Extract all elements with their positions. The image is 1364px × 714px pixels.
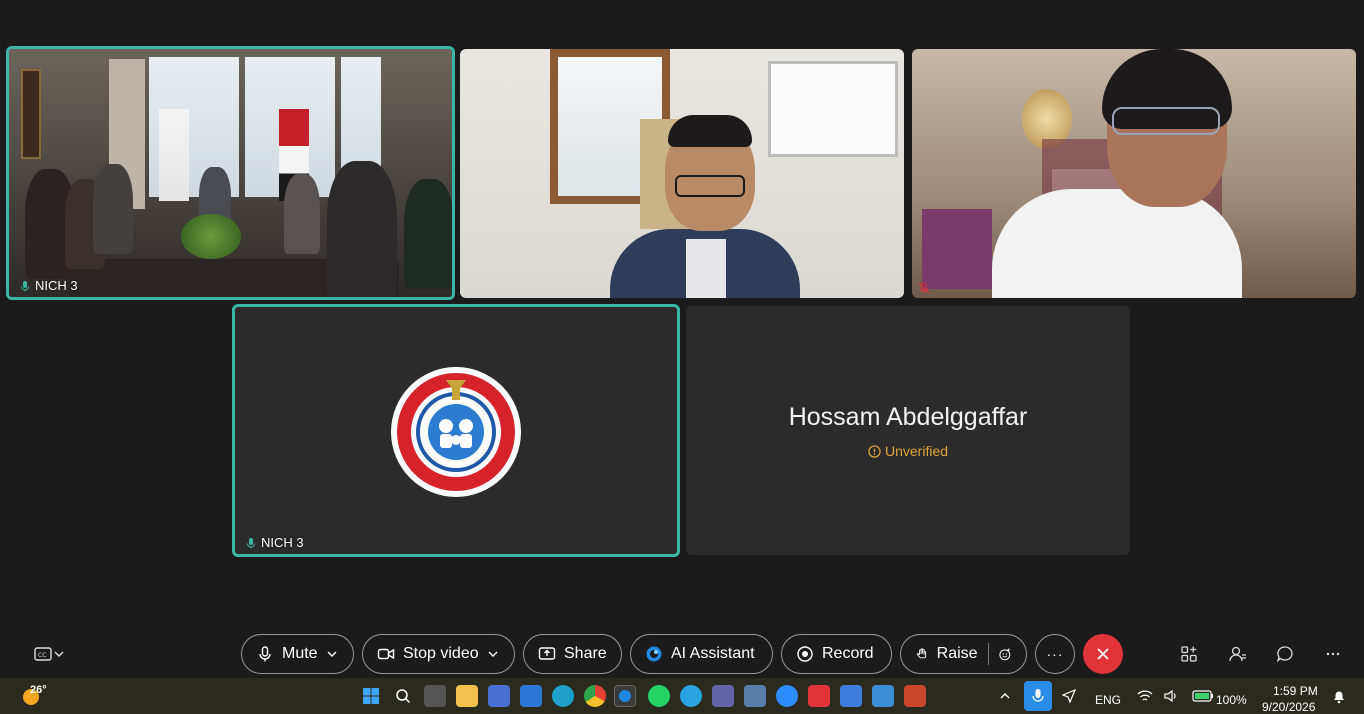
wifi-button[interactable] (1134, 685, 1156, 707)
windows-logo-icon (363, 688, 379, 704)
battery-button[interactable] (1191, 685, 1215, 707)
microphone-muted-icon (918, 282, 930, 294)
video-tile-nich3-logo[interactable]: NICH 3 (232, 304, 680, 557)
captions-button[interactable]: CC (26, 642, 72, 666)
clock-time[interactable]: 1:59 PM (1273, 684, 1318, 698)
whatsapp-icon[interactable] (648, 685, 670, 707)
muted-indicator (918, 282, 930, 294)
chevron-down-icon[interactable] (326, 648, 338, 660)
video-tile-participant-2[interactable] (460, 49, 904, 298)
close-icon (1097, 648, 1109, 660)
remote-app-icon[interactable] (840, 685, 862, 707)
telegram-icon[interactable] (680, 685, 702, 707)
chat-bubble-icon (1276, 646, 1293, 663)
search-taskbar-button[interactable] (392, 685, 414, 707)
meeting-window: NICH 3 NICH 3 Hossam Abdelggaffar Unveri… (0, 0, 1364, 714)
info-circle-icon (868, 444, 881, 458)
home-video (912, 49, 1356, 298)
mute-button[interactable]: Mute (241, 634, 354, 674)
svg-text:CC: CC (38, 652, 46, 659)
connect-app-icon[interactable] (872, 685, 894, 707)
ai-assistant-button[interactable]: AI Assistant (630, 634, 773, 674)
store-icon[interactable] (488, 685, 510, 707)
participant-label: NICH 3 (19, 278, 78, 293)
record-button[interactable]: Record (781, 634, 892, 674)
speaker-icon (1164, 689, 1176, 703)
outlook-icon[interactable] (520, 685, 542, 707)
microphone-icon (1032, 689, 1044, 702)
volume-button[interactable] (1160, 685, 1182, 707)
chevron-down-icon (54, 651, 64, 657)
ministry-of-health-logo-icon (396, 372, 516, 492)
raise-hand-icon (916, 648, 927, 659)
weather-temp: 26° (30, 684, 47, 696)
ai-assistant-icon (646, 646, 662, 662)
video-tile-nich3-room[interactable]: NICH 3 (6, 46, 455, 300)
more-menu-button[interactable] (1321, 642, 1345, 666)
edge-icon[interactable] (552, 685, 574, 707)
closed-captions-icon: CC (34, 647, 52, 661)
leave-meeting-button[interactable] (1083, 634, 1123, 674)
search-icon (396, 689, 411, 704)
notifications-button[interactable] (1328, 685, 1350, 707)
start-button[interactable] (360, 685, 382, 707)
participant-label: NICH 3 (245, 535, 304, 550)
conference-room-video (9, 49, 452, 297)
clock-date[interactable]: 9/20/2026 (1262, 700, 1315, 714)
chat-button[interactable] (1273, 642, 1297, 666)
apps-button[interactable] (1177, 642, 1201, 666)
webex-icon[interactable] (614, 685, 636, 707)
record-icon (797, 646, 813, 662)
zoom-icon[interactable] (776, 685, 798, 707)
share-button[interactable]: Share (523, 634, 622, 674)
reactions-emoji-icon[interactable] (998, 645, 1012, 663)
participant-name: NICH 3 (35, 278, 78, 293)
office-video (460, 49, 904, 298)
video-camera-icon (377, 648, 395, 660)
chevron-down-icon[interactable] (487, 648, 499, 660)
location-button[interactable] (1058, 685, 1080, 707)
chrome-icon[interactable] (584, 685, 606, 707)
participants-icon (1229, 646, 1246, 662)
language-indicator[interactable]: ENG (1095, 693, 1121, 707)
show-hidden-icons-button[interactable] (994, 685, 1016, 707)
task-view-icon[interactable] (424, 685, 446, 707)
apps-grid-icon (1181, 646, 1197, 662)
raise-hand-button[interactable]: Raise (900, 634, 1027, 674)
powerpoint-icon[interactable] (904, 685, 926, 707)
teams-icon[interactable] (712, 685, 734, 707)
video-tile-hossam[interactable]: Hossam Abdelggaffar Unverified (686, 306, 1130, 555)
meeting-toolbar: CC Mute Stop video Share AI Assistant Re… (0, 630, 1364, 678)
webex-logo-icon (619, 690, 631, 702)
battery-percent: 100% (1216, 693, 1247, 707)
network-app-icon[interactable] (744, 685, 766, 707)
windows-taskbar: 26° ENG 100% 1:59 PM 9/20/2026 (0, 678, 1364, 714)
chevron-up-icon (1000, 693, 1010, 699)
wifi-icon (1137, 690, 1153, 701)
file-explorer-icon[interactable] (456, 685, 478, 707)
stop-video-button[interactable]: Stop video (362, 634, 515, 674)
microphone-icon (247, 537, 255, 548)
ellipsis-icon (1326, 652, 1340, 656)
ministry-logo (391, 367, 521, 497)
microphone-icon (259, 646, 271, 662)
participant-name: NICH 3 (261, 535, 304, 550)
microphone-icon (21, 280, 29, 291)
microphone-in-use-button[interactable] (1024, 681, 1052, 711)
battery-charging-icon (1192, 690, 1213, 702)
location-arrow-icon (1062, 689, 1076, 703)
more-options-button[interactable]: ··· (1035, 634, 1075, 674)
unverified-badge: Unverified (686, 443, 1130, 459)
media-app-icon[interactable] (808, 685, 830, 707)
participant-display-name: Hossam Abdelggaffar (788, 403, 1028, 431)
share-screen-icon (538, 647, 556, 660)
participants-button[interactable] (1225, 642, 1249, 666)
notification-bell-icon (1334, 691, 1344, 704)
video-tile-participant-3[interactable] (912, 49, 1356, 298)
